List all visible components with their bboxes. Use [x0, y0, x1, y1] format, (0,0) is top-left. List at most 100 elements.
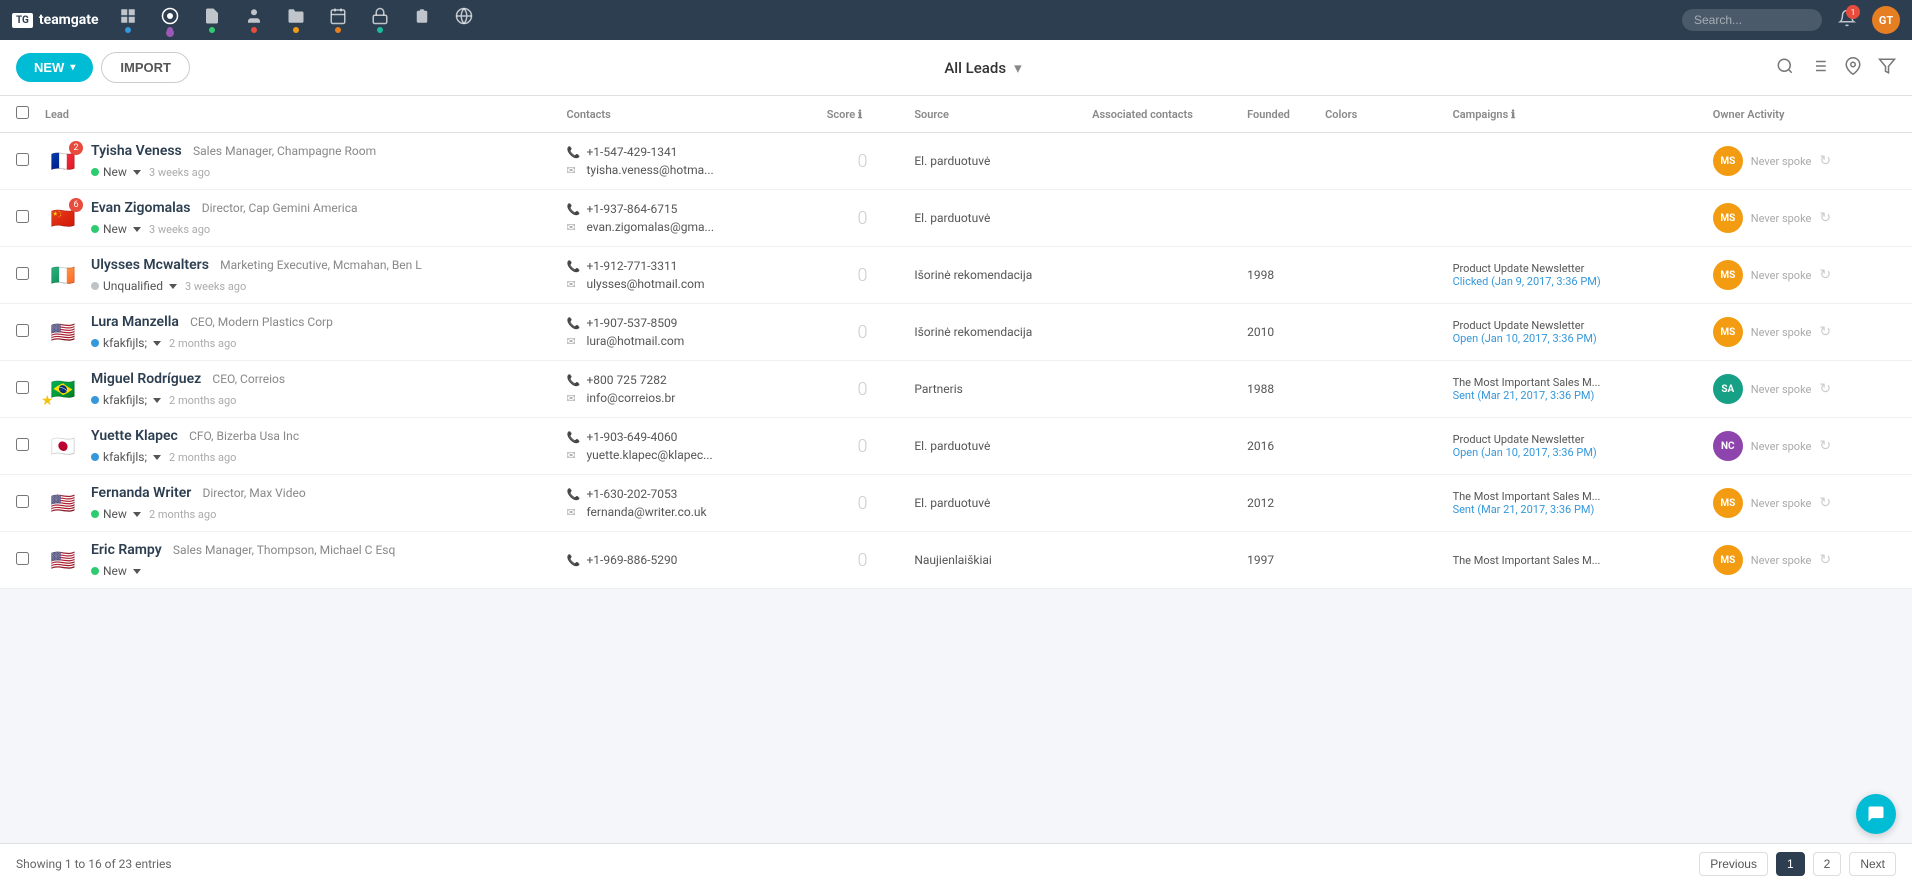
row-checkbox[interactable]	[16, 381, 29, 394]
row-lead-cell: 🇫🇷 2 Tyisha Veness Sales Manager, Champa…	[37, 133, 558, 190]
lead-flag: 🇯🇵	[45, 428, 81, 464]
campaign-action[interactable]: Sent (Mar 21, 2017, 3:36 PM)	[1453, 389, 1697, 402]
footer-bar: Showing 1 to 16 of 23 entries Previous 1…	[0, 843, 1912, 884]
status-dropdown[interactable]: kfakfijls;	[91, 450, 161, 464]
lead-name[interactable]: Eric Rampy	[91, 542, 162, 558]
status-dropdown[interactable]: New	[91, 564, 141, 578]
row-checkbox[interactable]	[16, 210, 29, 223]
nav-item-activities[interactable]	[329, 7, 347, 33]
row-checkbox[interactable]	[16, 438, 29, 451]
nav-item-contacts[interactable]	[203, 7, 221, 33]
row-checkbox[interactable]	[16, 324, 29, 337]
columns-icon[interactable]	[1810, 57, 1828, 79]
status-chevron	[131, 564, 141, 578]
status-dropdown[interactable]: kfakfijls;	[91, 393, 161, 407]
chat-bubble[interactable]	[1856, 794, 1896, 834]
source-value: Naujienlaiškiai	[914, 553, 991, 567]
location-icon[interactable]	[1844, 57, 1862, 79]
user-avatar[interactable]: GT	[1872, 6, 1900, 34]
status-dropdown[interactable]: New	[91, 507, 141, 521]
status-dropdown[interactable]: Unqualified	[91, 279, 177, 293]
owner-info: NC Never spoke ↻	[1713, 431, 1904, 461]
nav-item-leads[interactable]	[161, 7, 179, 33]
owner-activity: Never spoke	[1751, 383, 1812, 396]
score-value: 0	[827, 436, 899, 457]
owner-activity: Never spoke	[1751, 269, 1812, 282]
sync-icon[interactable]: ↻	[1819, 552, 1831, 568]
nav-item-companies[interactable]	[287, 7, 305, 33]
status-dropdown[interactable]: New	[91, 222, 141, 236]
prev-page-button[interactable]: Previous	[1699, 852, 1768, 876]
status-dropdown[interactable]: New	[91, 165, 141, 179]
row-checkbox[interactable]	[16, 495, 29, 508]
sync-icon[interactable]: ↻	[1819, 267, 1831, 283]
row-owner-cell: SA Never spoke ↻	[1705, 361, 1912, 418]
nav-item-security[interactable]	[371, 7, 389, 33]
campaign-title: The Most Important Sales M...	[1453, 490, 1697, 503]
page-1-button[interactable]: 1	[1776, 852, 1805, 876]
row-campaigns-cell: The Most Important Sales M... Sent (Mar …	[1445, 475, 1705, 532]
logo-box: TG	[12, 13, 33, 28]
sync-icon[interactable]: ↻	[1819, 153, 1831, 169]
select-all-checkbox[interactable]	[16, 106, 29, 119]
lead-name[interactable]: Miguel Rodríguez	[91, 371, 201, 387]
logo[interactable]: TG teamgate	[12, 12, 99, 28]
row-campaigns-cell: The Most Important Sales M... Sent (Mar …	[1445, 361, 1705, 418]
contact-info: 📞 +1-907-537-8509 ✉ lura@hotmail.com	[566, 316, 810, 348]
email-icon: ✉	[566, 392, 580, 405]
filter-icon[interactable]	[1878, 57, 1896, 79]
campaign-action[interactable]: Open (Jan 10, 2017, 3:36 PM)	[1453, 332, 1697, 345]
email-address: fernanda@writer.co.uk	[586, 505, 706, 519]
search-icon[interactable]	[1776, 57, 1794, 79]
new-button[interactable]: NEW ▾	[16, 53, 93, 82]
lead-name[interactable]: Yuette Klapec	[91, 428, 178, 444]
sync-icon[interactable]: ↻	[1819, 381, 1831, 397]
all-leads-dropdown-icon[interactable]: ▾	[1014, 59, 1022, 77]
row-colors-cell	[1317, 304, 1444, 361]
col-score: Score ℹ	[819, 96, 907, 133]
row-campaigns-cell: The Most Important Sales M...	[1445, 532, 1705, 589]
row-checkbox[interactable]	[16, 552, 29, 565]
lead-job-title: Sales Manager, Thompson, Michael C Esq	[173, 543, 395, 557]
row-checkbox[interactable]	[16, 153, 29, 166]
lead-name[interactable]: Lura Manzella	[91, 314, 179, 330]
contact-phone: 📞 +1-912-771-3311	[566, 259, 810, 273]
owner-avatar: MS	[1713, 545, 1743, 575]
sync-icon[interactable]: ↻	[1819, 495, 1831, 511]
lead-name[interactable]: Evan Zigomalas	[91, 200, 190, 216]
row-checkbox[interactable]	[16, 267, 29, 280]
email-icon: ✉	[566, 221, 580, 234]
search-input[interactable]	[1682, 9, 1822, 31]
sync-icon[interactable]: ↻	[1819, 438, 1831, 454]
phone-icon: 📞	[566, 431, 580, 444]
nav-item-dashboard[interactable]	[119, 7, 137, 33]
toolbar-left: NEW ▾ IMPORT	[16, 52, 190, 83]
lead-name[interactable]: Fernanda Writer	[91, 485, 191, 501]
col-associated-contacts: Associated contacts	[1084, 96, 1239, 133]
table-header-row: Lead Contacts Score ℹ Source Associated …	[0, 96, 1912, 133]
owner-info: MS Never spoke ↻	[1713, 545, 1904, 575]
row-source-cell: Partneris	[906, 361, 1084, 418]
nav-item-people[interactable]	[245, 7, 263, 33]
lead-name[interactable]: Ulysses Mcwalters	[91, 257, 209, 273]
campaign-action[interactable]: Sent (Mar 21, 2017, 3:36 PM)	[1453, 503, 1697, 516]
status-dropdown[interactable]: kfakfijls;	[91, 336, 161, 350]
lead-name[interactable]: Tyisha Veness	[91, 143, 182, 159]
nav-item-deals[interactable]	[413, 7, 431, 33]
notification-bell[interactable]: 1	[1838, 9, 1856, 31]
row-lead-cell: 🇺🇸 Lura Manzella CEO, Modern Plastics Co…	[37, 304, 558, 361]
row-checkbox-cell	[0, 304, 37, 361]
sync-icon[interactable]: ↻	[1819, 210, 1831, 226]
campaign-action[interactable]: Open (Jan 10, 2017, 3:36 PM)	[1453, 446, 1697, 459]
next-page-button[interactable]: Next	[1849, 852, 1896, 876]
import-button[interactable]: IMPORT	[101, 52, 190, 83]
search-container[interactable]	[1682, 9, 1822, 31]
page-2-button[interactable]: 2	[1813, 852, 1842, 876]
owner-info: MS Never spoke ↻	[1713, 488, 1904, 518]
phone-icon: 📞	[566, 146, 580, 159]
founded-value: 2010	[1247, 325, 1274, 339]
nav-item-reports[interactable]	[455, 7, 473, 33]
campaign-action[interactable]: Clicked (Jan 9, 2017, 3:36 PM)	[1453, 275, 1697, 288]
sync-icon[interactable]: ↻	[1819, 324, 1831, 340]
table-row: 🇺🇸 Lura Manzella CEO, Modern Plastics Co…	[0, 304, 1912, 361]
